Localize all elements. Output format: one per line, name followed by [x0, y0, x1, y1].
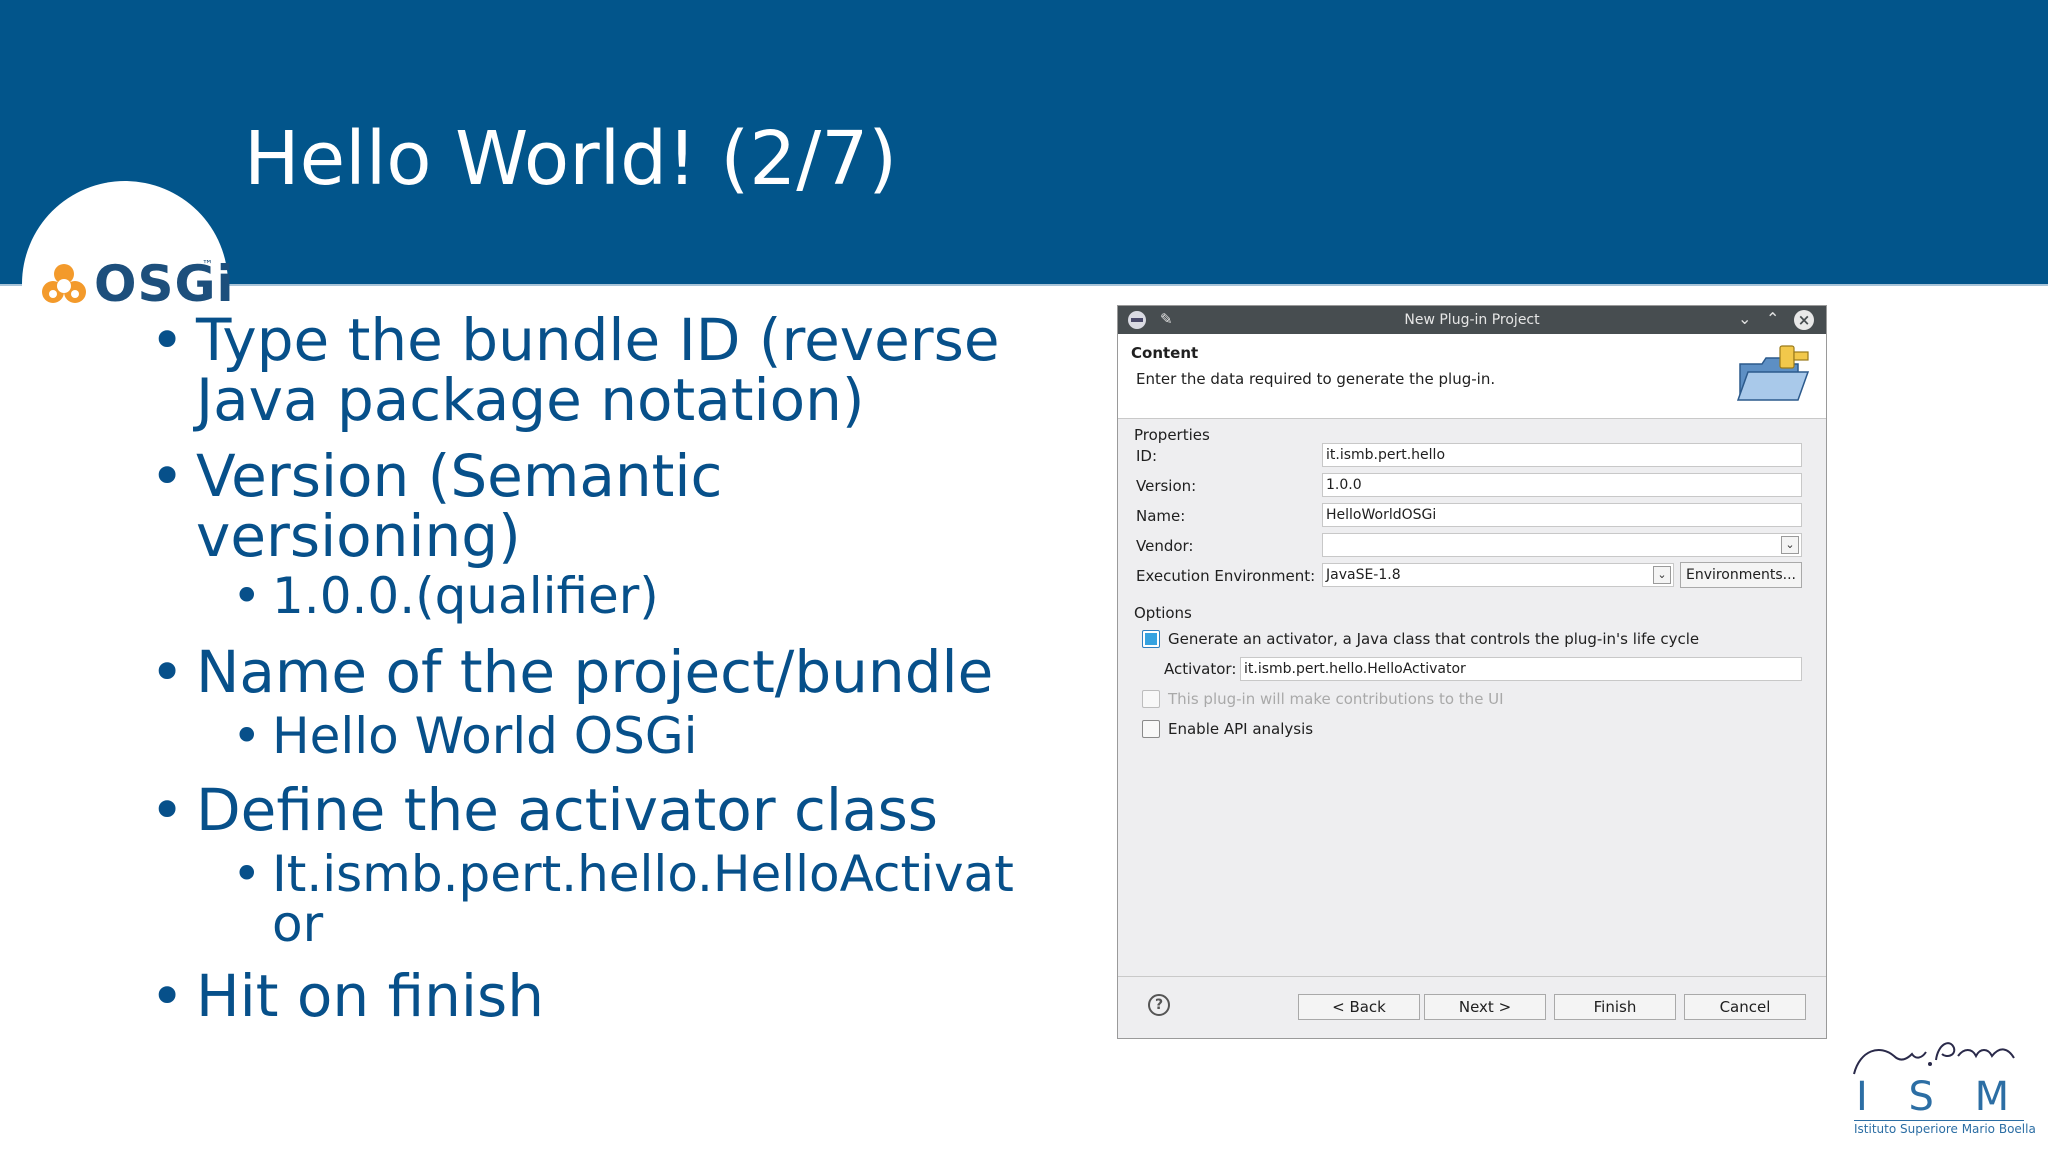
dialog-titlebar[interactable]: ✎ New Plug-in Project ⌄ ⌃ × [1118, 306, 1826, 334]
api-analysis-label: Enable API analysis [1168, 720, 1314, 738]
bullet-dot: • [150, 962, 185, 1030]
new-plugin-project-dialog: ✎ New Plug-in Project ⌄ ⌃ × Content Ente… [1118, 306, 1826, 1038]
sub-bullet-text: Hello World OSGi [272, 707, 698, 765]
activator-field[interactable]: it.ismb.pert.hello.HelloActivator [1240, 657, 1802, 681]
chevron-down-icon[interactable]: ⌄ [1781, 536, 1799, 554]
back-button[interactable]: < Back [1298, 994, 1420, 1020]
name-label: Name: [1136, 507, 1186, 525]
banner-subtitle: Enter the data required to generate the … [1136, 370, 1496, 388]
version-label: Version: [1136, 477, 1197, 495]
next-button[interactable]: Next > [1424, 994, 1546, 1020]
ismb-underline [1854, 1120, 2024, 1121]
bullet-text: Version (Semantic [196, 442, 723, 510]
sub-bullet-text: It.ismb.pert.hello.HelloActivat [272, 845, 1014, 903]
finish-button[interactable]: Finish [1554, 994, 1676, 1020]
bullet-dot: • [232, 707, 262, 765]
execution-environment-label: Execution Environment: [1136, 567, 1316, 585]
banner-title: Content [1131, 344, 1199, 362]
ismb-logo: I S M B Istituto Superiore Mario Boella [1850, 1030, 2048, 1140]
ismb-letters: I S M B [1856, 1074, 2048, 1120]
plugin-folder-icon [1736, 345, 1810, 401]
close-icon[interactable]: × [1794, 310, 1814, 330]
vendor-combo[interactable]: ⌄ [1322, 533, 1802, 557]
version-field[interactable]: 1.0.0 [1322, 473, 1802, 497]
options-group-label: Options [1134, 604, 1192, 622]
minimize-icon[interactable]: ⌄ [1738, 309, 1751, 328]
help-icon[interactable]: ? [1148, 994, 1170, 1016]
id-field[interactable]: it.ismb.pert.hello [1322, 443, 1802, 467]
slide-title: Hello World! (2/7) [244, 116, 898, 202]
signature-icon [1853, 1042, 2015, 1075]
bullet-dot: • [150, 638, 185, 706]
sub-bullet-text: 1.0.0.(qualifier) [272, 567, 659, 625]
name-field[interactable]: HelloWorldOSGi [1322, 503, 1802, 527]
bullet-dot: • [232, 567, 262, 625]
bullet-text: Name of the project/bundle [196, 638, 994, 706]
vendor-label: Vendor: [1136, 537, 1194, 555]
cancel-button[interactable]: Cancel [1684, 994, 1806, 1020]
ui-contributions-checkbox[interactable] [1142, 690, 1160, 708]
chevron-down-icon[interactable]: ⌄ [1653, 566, 1671, 584]
execution-environment-combo[interactable]: JavaSE-1.8 ⌄ [1322, 563, 1674, 587]
id-label: ID: [1136, 447, 1158, 465]
dialog-title: New Plug-in Project [1404, 312, 1540, 328]
osgi-trademark: ™ [202, 258, 213, 271]
header-divider [0, 284, 2048, 286]
wizard-banner: Content Enter the data required to gener… [1118, 334, 1826, 419]
bullet-dot: • [232, 845, 262, 903]
environments-button[interactable]: Environments... [1680, 562, 1802, 588]
bullet-text: Type the bundle ID (reverse [196, 306, 1000, 374]
bullet-text: Java package notation) [196, 366, 865, 434]
bullet-text: versioning) [196, 502, 521, 570]
api-analysis-checkbox[interactable] [1142, 720, 1160, 738]
bullet-text: Define the activator class [196, 776, 939, 844]
activator-label: Activator: [1164, 660, 1237, 678]
osgi-flower-icon [42, 264, 86, 303]
ui-contributions-label: This plug-in will make contributions to … [1168, 690, 1504, 708]
ismb-caption: Istituto Superiore Mario Boella [1854, 1122, 2036, 1136]
button-bar-separator [1118, 976, 1826, 977]
generate-activator-label: Generate an activator, a Java class that… [1168, 630, 1700, 648]
bullet-dot: • [150, 442, 185, 510]
execution-environment-value: JavaSE-1.8 [1326, 567, 1401, 583]
osgi-logo-text: OSGi [94, 255, 235, 313]
sub-bullet-text: or [272, 895, 324, 953]
maximize-icon[interactable]: ⌃ [1766, 309, 1779, 328]
generate-activator-checkbox[interactable] [1142, 630, 1160, 648]
bullet-text: Hit on finish [196, 962, 544, 1030]
bullet-dot: • [150, 776, 185, 844]
bullet-dot: • [150, 306, 185, 374]
osgi-logo: OSGi ™ [36, 256, 234, 312]
properties-group-label: Properties [1134, 426, 1210, 444]
